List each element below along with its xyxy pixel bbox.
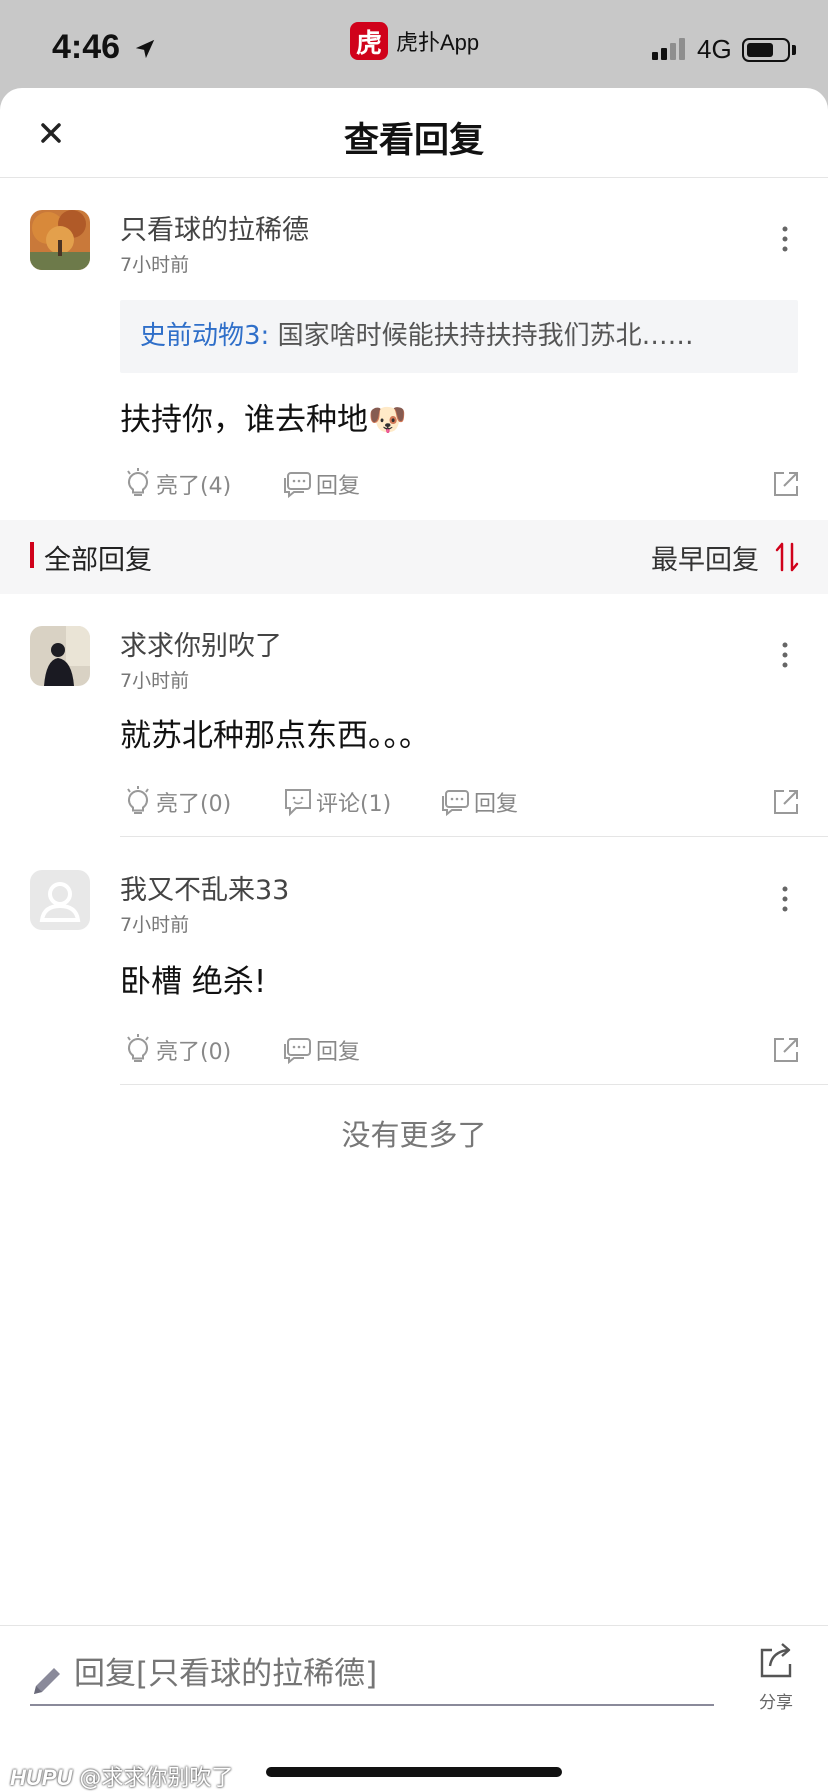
status-time: 4:46 [52, 28, 121, 66]
section-accent [30, 542, 34, 568]
reply-username[interactable]: 我又不乱来33 [120, 868, 289, 907]
share-icon[interactable] [771, 787, 801, 817]
share-icon[interactable] [771, 1035, 801, 1065]
avatar[interactable] [30, 626, 90, 686]
reply-button[interactable]: 回复 [440, 786, 518, 818]
battery-tip [792, 45, 796, 55]
reply-time: 7小时前 [120, 670, 190, 692]
lightbulb-icon [127, 786, 149, 814]
status-bar: 4:46 虎 虎扑App 4G [0, 0, 828, 88]
divider [120, 1084, 828, 1085]
like-count: 亮了(0) [156, 1040, 232, 1065]
reply-body: 就苏北种那点东西。。。 [120, 718, 430, 754]
post-body: 扶持你，谁去种地🐶 [120, 402, 407, 438]
signal-icon [652, 38, 685, 60]
sort-toggle[interactable]: 最早回复 [651, 538, 759, 577]
reply-bubble-icon [284, 1038, 311, 1065]
lightbulb-icon [127, 468, 149, 496]
section-title: 全部回复 [44, 545, 152, 576]
reply-button[interactable]: 回复 [282, 1034, 360, 1066]
like-count: 亮了(4) [156, 474, 232, 499]
watermark: HUPU @求求你别吹了 [10, 1760, 233, 1792]
like-button[interactable]: 亮了(0) [122, 786, 231, 818]
like-count: 亮了(0) [156, 792, 232, 817]
composer-border [0, 1625, 828, 1626]
reply-time: 7小时前 [120, 914, 190, 936]
share-label: 分享 [759, 1693, 793, 1713]
location-arrow-icon [135, 39, 155, 59]
comment-bubble-icon [285, 789, 311, 817]
hupu-logo-icon: 虎 [350, 22, 388, 60]
reply-username[interactable]: 求求你别吹了 [120, 624, 282, 663]
app-name: 虎扑App [396, 30, 480, 55]
reply-sheet: 查看回复 只看球的拉稀德 7小时前 史前动物3: 国家啥时候能扶持扶持我们苏北…… [0, 88, 828, 1792]
sort-icon[interactable] [774, 542, 800, 572]
share-icon[interactable] [771, 469, 801, 499]
battery-icon [742, 38, 790, 62]
no-more-text: 没有更多了 [341, 1118, 487, 1152]
watermark-brand: HUPU [10, 1765, 73, 1790]
page-title: 查看回复 [343, 121, 484, 161]
share-button[interactable]: 分享 [752, 1640, 800, 1713]
share-arrow-icon [760, 1643, 792, 1678]
reply-label: 回复 [474, 792, 519, 817]
back-to-app[interactable]: 虎 虎扑App [350, 22, 479, 60]
divider [120, 836, 828, 837]
quote-text: 国家啥时候能扶持扶持我们苏北…… [269, 321, 694, 351]
reply-composer[interactable] [30, 1648, 714, 1706]
lightbulb-icon [127, 1034, 149, 1062]
reply-input[interactable] [74, 1656, 694, 1692]
avatar[interactable] [30, 210, 90, 270]
reply-bubble-icon [442, 790, 469, 817]
comment-button[interactable]: 评论(1) [282, 786, 391, 818]
comment-count: 评论(1) [316, 792, 392, 817]
quoted-reply[interactable]: 史前动物3: 国家啥时候能扶持扶持我们苏北…… [120, 300, 798, 373]
post-username[interactable]: 只看球的拉稀德 [120, 208, 309, 247]
home-indicator[interactable] [266, 1767, 562, 1777]
watermark-user: @求求你别吹了 [79, 1766, 234, 1791]
reply-label: 回复 [316, 1040, 361, 1065]
more-icon[interactable] [777, 224, 793, 254]
sheet-header: 查看回复 [0, 88, 828, 178]
reply-body: 卧槽 绝杀! [120, 964, 267, 1000]
section-header: 全部回复 最早回复 [0, 520, 828, 594]
post-time: 7小时前 [120, 254, 190, 276]
avatar[interactable] [30, 870, 90, 930]
network-type: 4G [697, 34, 732, 64]
reply-button[interactable]: 回复 [282, 468, 360, 500]
more-icon[interactable] [777, 640, 793, 670]
like-button[interactable]: 亮了(4) [122, 468, 231, 500]
pencil-icon [34, 1668, 60, 1694]
like-button[interactable]: 亮了(0) [122, 1034, 231, 1066]
reply-bubble-icon [284, 472, 311, 499]
quote-author[interactable]: 史前动物3: [140, 321, 269, 351]
more-icon[interactable] [777, 884, 793, 914]
reply-label: 回复 [316, 474, 361, 499]
